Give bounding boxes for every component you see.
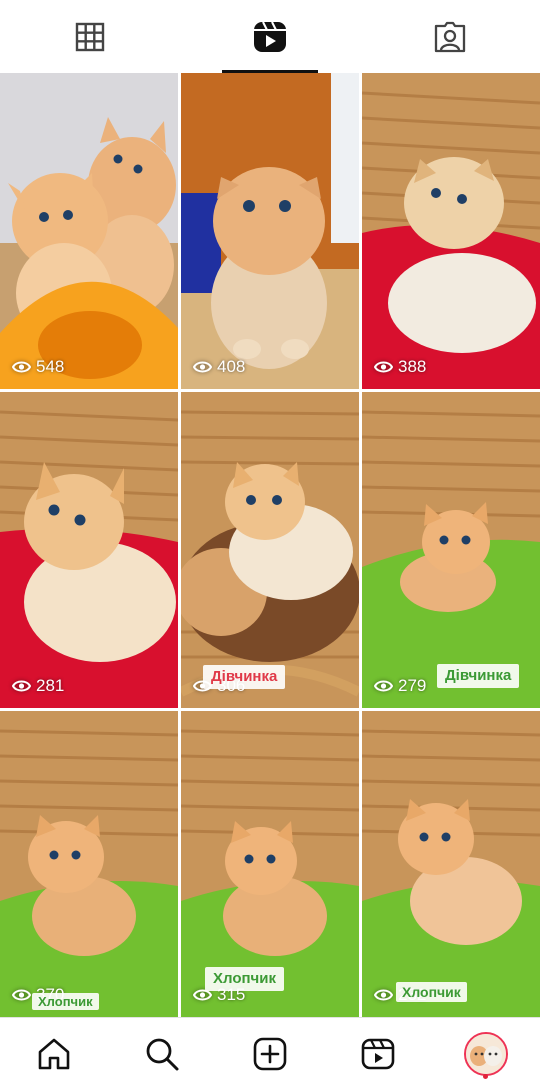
reels-grid: 548 408 388 281 Дівчинка 279 Дівчинка Хл… [0,73,540,1017]
notification-dot [483,1074,488,1079]
reel-thumbnail [0,392,178,708]
gender-tag: Хлопчик [396,982,467,1002]
eye-icon [12,361,31,373]
home-icon [38,1038,70,1070]
reel-thumbnail [181,392,359,708]
view-count: 408 [193,357,245,377]
reel-thumbnail [181,73,359,389]
nav-reels[interactable] [324,1018,432,1090]
reel-thumbnail [362,392,540,708]
profile-avatar [464,1032,508,1076]
reel-tile[interactable]: 370 Хлопчик [0,711,178,1017]
view-count-value: 281 [36,676,65,695]
eye-icon [374,680,393,692]
reels-icon [361,1038,395,1070]
nav-search[interactable] [108,1018,216,1090]
reel-tile[interactable]: 279 Дівчинка [362,392,540,708]
gender-tag: Дівчинка [203,665,286,689]
view-count-value: 548 [36,357,65,376]
view-count-value: 408 [217,357,246,376]
nav-profile[interactable] [432,1018,540,1090]
tab-grid[interactable] [0,0,180,73]
reels-icon [254,21,286,52]
gender-tag: Хлопчик [205,967,284,991]
nav-home[interactable] [0,1018,108,1090]
reel-tile[interactable]: 306 Дівчинка [181,392,359,708]
eye-icon [374,989,393,1001]
eye-icon [12,680,31,692]
reel-tile[interactable]: 315 Хлопчик [181,711,359,1017]
nav-create[interactable] [216,1018,324,1090]
reel-tile[interactable]: 232 Хлопчик [362,711,540,1017]
view-count: 548 [12,357,64,377]
view-count: 279 [374,676,426,696]
create-icon [253,1037,287,1071]
eye-icon [193,361,212,373]
reel-thumbnail [0,711,178,1017]
eye-icon [12,989,31,1001]
reel-thumbnail [362,73,540,389]
gender-tag: Дівчинка [437,664,520,688]
reel-tile[interactable]: 388 [362,73,540,389]
tab-tagged[interactable] [360,0,540,73]
bottom-nav [0,1017,540,1090]
eye-icon [374,361,393,373]
tagged-person-icon [434,21,466,52]
view-count: 281 [12,676,64,696]
profile-tabs [0,0,540,73]
reel-tile[interactable]: 548 [0,73,178,389]
gender-tag: Хлопчик [32,993,99,1010]
reel-thumbnail [0,73,178,389]
grid-icon [75,22,105,51]
view-count-value: 279 [398,676,427,695]
reel-thumbnail [362,711,540,1017]
reel-tile[interactable]: 408 [181,73,359,389]
view-count-value: 388 [398,357,427,376]
tab-reels[interactable] [180,0,360,73]
reel-tile[interactable]: 281 [0,392,178,708]
view-count: 388 [374,357,426,377]
search-icon [146,1038,179,1071]
